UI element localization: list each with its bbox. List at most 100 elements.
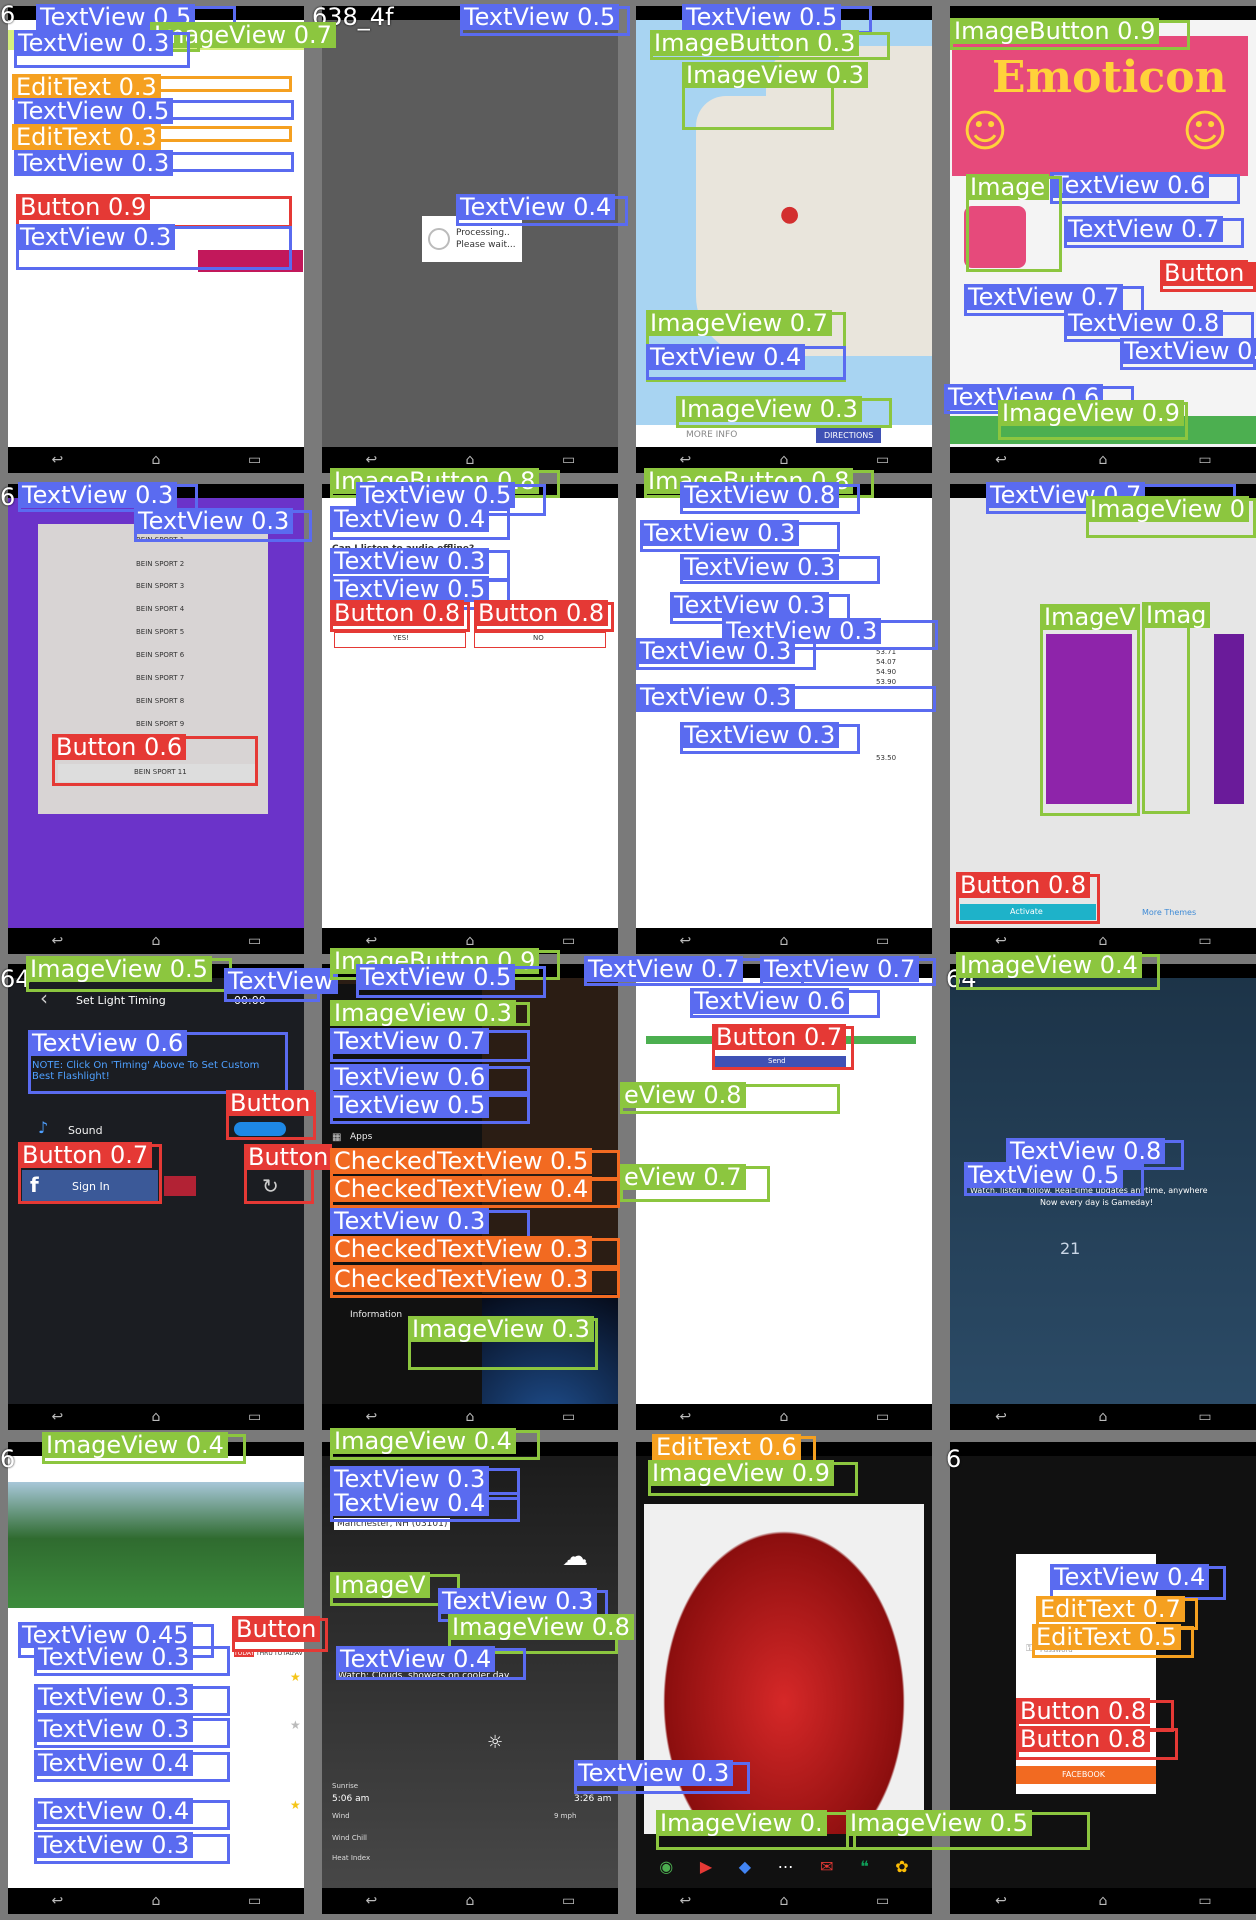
- detection-label: TextView 0.3: [438, 1588, 598, 1614]
- back-icon[interactable]: ↩: [351, 1409, 391, 1425]
- detection-box: Button 0.8: [956, 872, 1100, 924]
- recents-icon[interactable]: ▭: [1185, 933, 1225, 949]
- recents-icon[interactable]: ▭: [549, 452, 589, 468]
- back-icon[interactable]: ↩: [665, 933, 705, 949]
- back-icon[interactable]: ↩: [37, 933, 77, 949]
- back-icon[interactable]: ↩: [981, 1893, 1021, 1909]
- hangouts-icon[interactable]: ❝: [860, 1857, 869, 1876]
- yes-button[interactable]: YES!: [334, 632, 466, 648]
- home-icon[interactable]: ⌂: [1083, 1893, 1123, 1909]
- detection-box: Imag: [1142, 602, 1211, 814]
- back-icon[interactable]: ↩: [351, 1893, 391, 1909]
- recents-icon[interactable]: ▭: [235, 1893, 275, 1909]
- information-label[interactable]: Information: [350, 1310, 402, 1320]
- channel-item[interactable]: BEIN SPORT 2: [136, 560, 184, 568]
- flag-icon[interactable]: [164, 1176, 196, 1196]
- back-icon[interactable]: ↩: [37, 1409, 77, 1425]
- home-icon[interactable]: ⌂: [450, 452, 490, 468]
- channel-item[interactable]: BEIN SPORT 8: [136, 697, 184, 705]
- screen-processing: Processing.. Please wait... ↩ ⌂ ▭: [322, 6, 618, 473]
- home-icon[interactable]: ⌂: [1083, 1409, 1123, 1425]
- back-icon[interactable]: ↩: [981, 1409, 1021, 1425]
- home-icon[interactable]: ⌂: [136, 1409, 176, 1425]
- detection-box: ImageView 0.4: [42, 1432, 246, 1464]
- more-themes-link[interactable]: More Themes: [1142, 908, 1196, 917]
- detection-box: EditText 0.3: [12, 124, 292, 150]
- channel-item[interactable]: BEIN SPORT 6: [136, 651, 184, 659]
- recents-icon[interactable]: ▭: [863, 1409, 903, 1425]
- directions-button[interactable]: DIRECTIONS: [816, 428, 882, 443]
- photos-icon[interactable]: ✿: [895, 1857, 908, 1876]
- home-icon[interactable]: ⌂: [136, 933, 176, 949]
- facebook-button[interactable]: FACEBOOK: [1016, 1766, 1156, 1784]
- detection-box: ImageButton 0.3: [650, 30, 890, 60]
- recents-icon[interactable]: ▭: [235, 933, 275, 949]
- recents-icon[interactable]: ▭: [863, 933, 903, 949]
- recents-icon[interactable]: ▭: [863, 452, 903, 468]
- channel-item[interactable]: BEIN SPORT 9: [136, 720, 184, 728]
- detection-label: ImageView 0.7: [646, 310, 832, 336]
- no-button[interactable]: NO: [474, 632, 606, 648]
- star-icon[interactable]: ★: [290, 1718, 301, 1732]
- home-icon[interactable]: ⌂: [136, 452, 176, 468]
- home-icon[interactable]: ⌂: [136, 1893, 176, 1909]
- channel-item[interactable]: BEIN SPORT 7: [136, 674, 184, 682]
- map-pin-icon[interactable]: ●: [780, 202, 799, 227]
- star-icon[interactable]: ★: [290, 1670, 301, 1684]
- home-icon[interactable]: ⌂: [764, 452, 804, 468]
- detection-box: ImageView 0.3: [330, 1000, 530, 1026]
- detection-label: Button 0.6: [52, 734, 187, 760]
- detection-label: ImageView 0.3: [408, 1316, 594, 1342]
- recents-icon[interactable]: ▭: [549, 933, 589, 949]
- home-icon[interactable]: ⌂: [764, 933, 804, 949]
- back-icon[interactable]: ↩: [37, 1893, 77, 1909]
- recents-icon[interactable]: ▭: [863, 1893, 903, 1909]
- back-icon[interactable]: ↩: [981, 452, 1021, 468]
- file-name: 6: [0, 483, 16, 511]
- detection-label: TextView 0.4: [646, 344, 806, 370]
- back-icon[interactable]: ↩: [981, 933, 1021, 949]
- home-icon[interactable]: ⌂: [764, 1893, 804, 1909]
- back-icon[interactable]: ↩: [665, 1893, 705, 1909]
- recents-icon[interactable]: ▭: [1185, 452, 1225, 468]
- channel-item[interactable]: BEIN SPORT 4: [136, 605, 184, 613]
- recents-icon[interactable]: ▭: [549, 1893, 589, 1909]
- detection-box: TextView 0.3: [16, 224, 292, 270]
- theme-preview-side[interactable]: [1214, 634, 1244, 804]
- gmail-icon[interactable]: ✉: [820, 1857, 833, 1876]
- recents-icon[interactable]: ▭: [1185, 1409, 1225, 1425]
- detection-box: Button: [226, 1090, 316, 1140]
- home-icon[interactable]: ⌂: [1083, 933, 1123, 949]
- detection-box: TextView 0.3: [34, 1716, 230, 1748]
- home-icon[interactable]: ⌂: [764, 1409, 804, 1425]
- detection-label: TextView 0.5: [356, 964, 516, 990]
- detection-box: ImageView 0.5: [846, 1810, 1090, 1850]
- channel-item[interactable]: BEIN SPORT 3: [136, 582, 184, 590]
- apps-label[interactable]: Apps: [350, 1132, 372, 1142]
- recents-icon[interactable]: ▭: [235, 452, 275, 468]
- youtube-icon[interactable]: ▶: [700, 1857, 712, 1876]
- back-icon[interactable]: ↩: [37, 452, 77, 468]
- recents-icon[interactable]: ▭: [235, 1409, 275, 1425]
- detection-label: TextView 0.8: [680, 482, 840, 508]
- back-icon[interactable]: ↩: [665, 452, 705, 468]
- star-icon[interactable]: ★: [290, 1798, 301, 1812]
- detection-box: ImageView 0.5: [26, 956, 232, 992]
- back-icon[interactable]: ↩: [351, 452, 391, 468]
- home-icon[interactable]: ⌂: [450, 1409, 490, 1425]
- recents-icon[interactable]: ▭: [549, 1409, 589, 1425]
- more-info-label[interactable]: MORE INFO: [686, 430, 737, 440]
- chrome-icon[interactable]: ◉: [659, 1857, 673, 1876]
- apps-grid-icon[interactable]: ⋯: [778, 1857, 794, 1876]
- home-icon[interactable]: ⌂: [450, 1893, 490, 1909]
- detection-label: CheckedTextView 0.3: [330, 1236, 593, 1262]
- home-icon[interactable]: ⌂: [1083, 452, 1123, 468]
- detection-label: ImageView 0.9: [648, 1460, 834, 1486]
- detection-box: TextView 0.4: [646, 344, 846, 380]
- maps-icon[interactable]: ◆: [739, 1857, 751, 1876]
- detection-label: ImageView 0.3: [682, 62, 868, 88]
- nav-bar: ↩ ⌂ ▭: [8, 1404, 304, 1430]
- recents-icon[interactable]: ▭: [1185, 1893, 1225, 1909]
- back-icon[interactable]: ↩: [665, 1409, 705, 1425]
- channel-item[interactable]: BEIN SPORT 5: [136, 628, 184, 636]
